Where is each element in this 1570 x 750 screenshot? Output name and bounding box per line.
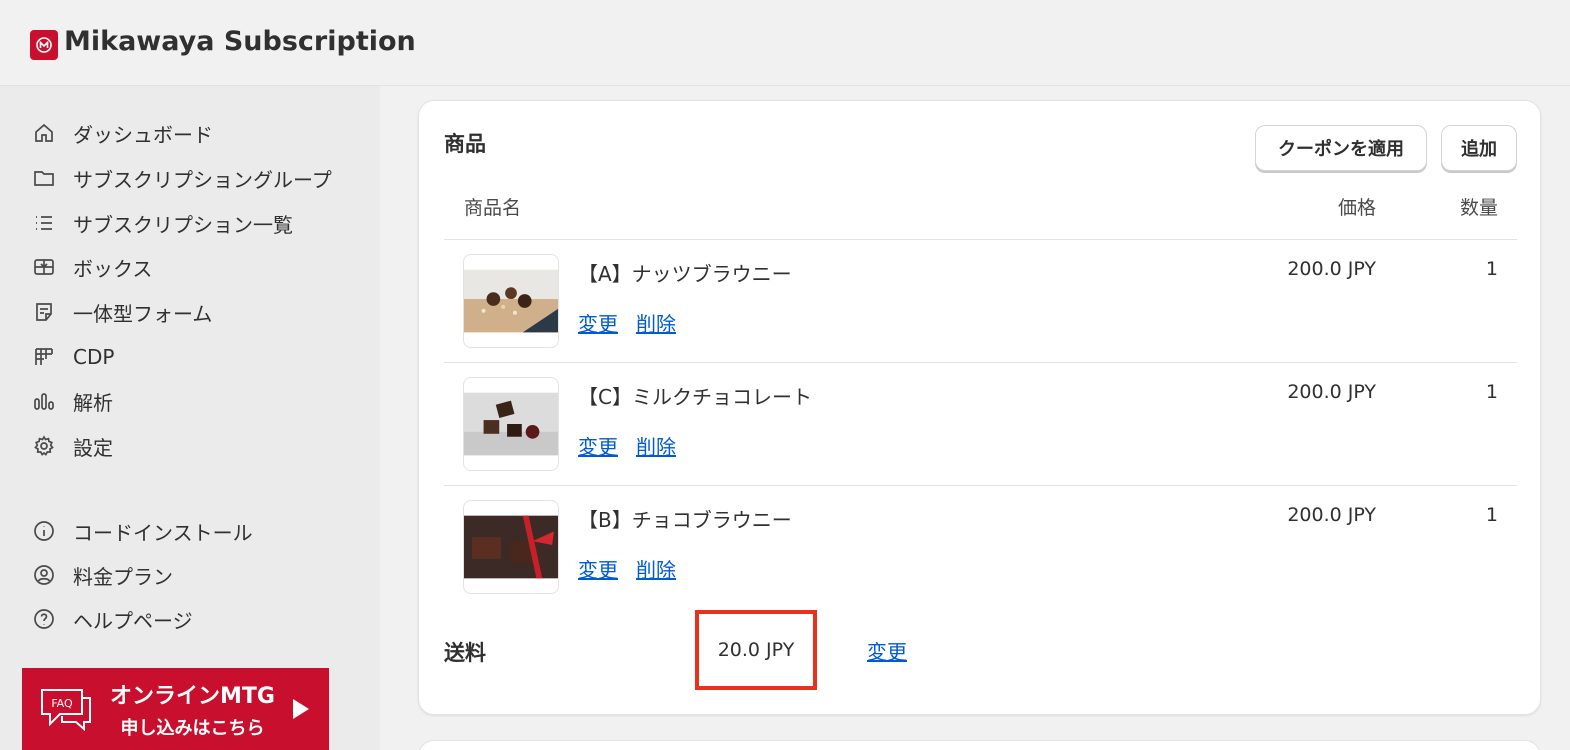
promo-text: オンラインMTG 申し込みはこちら — [110, 678, 275, 740]
choco-brownie-image — [463, 500, 559, 594]
grid-icon — [30, 343, 58, 371]
list-icon — [30, 209, 58, 237]
sidebar-item-label: ボックス — [73, 256, 153, 281]
products-card: 商品 クーポンを適用 追加 商品名 価格 数量 【A】ナッツブラウニー 変更 削… — [418, 100, 1541, 715]
sidebar-item-label: コードインストール — [73, 520, 253, 545]
sidebar-item-label: ダッシュボード — [73, 122, 213, 147]
help-icon — [30, 605, 58, 633]
products-title: 商品 — [444, 132, 486, 156]
product-name: 【B】チョコブラウニー — [578, 508, 792, 532]
top-bar: Mikawaya Subscription — [0, 0, 1570, 86]
promo-line-2: 申し込みはこちら — [120, 718, 265, 739]
change-product-link[interactable]: 変更 — [578, 308, 618, 337]
milk-chocolate-image — [463, 377, 559, 471]
product-price: 200.0 JPY — [1287, 504, 1376, 526]
sidebar-item-label: 料金プラン — [73, 564, 173, 589]
app-title: Mikawaya Subscription — [64, 26, 416, 57]
home-icon — [30, 119, 58, 147]
apply-coupon-button[interactable]: クーポンを適用 — [1255, 125, 1427, 171]
sidebar-item-label: 設定 — [73, 435, 113, 460]
sidebar-item-subscription-groups[interactable]: サブスクリプショングループ — [30, 161, 332, 195]
faq-chat-icon: FAQ — [41, 689, 91, 732]
next-card — [418, 740, 1541, 750]
play-icon — [292, 699, 309, 719]
promo-line-1: オンラインMTG — [110, 684, 275, 709]
shipping-highlight-box: 20.0 JPY — [695, 610, 817, 690]
app-logo-icon — [30, 30, 58, 60]
product-row: 【C】ミルクチョコレート 変更 削除 200.0 JPY 1 — [444, 362, 1517, 484]
sidebar-item-analytics[interactable]: 解析 — [30, 384, 113, 418]
sidebar-item-box[interactable]: ボックス — [30, 250, 152, 284]
shipping-label: 送料 — [444, 641, 486, 665]
sidebar-item-label: CDP — [73, 345, 115, 369]
delete-product-link[interactable]: 削除 — [636, 431, 676, 460]
sidebar-item-label: サブスクリプション一覧 — [73, 212, 293, 237]
change-product-link[interactable]: 変更 — [578, 431, 618, 460]
sidebar-item-subscription-list[interactable]: サブスクリプション一覧 — [30, 206, 293, 240]
sidebar-item-code-install[interactable]: コードインストール — [30, 514, 253, 548]
shipping-value: 20.0 JPY — [717, 639, 795, 661]
sidebar-item-settings[interactable]: 設定 — [30, 429, 113, 463]
nut-brownie-image — [463, 254, 559, 348]
sidebar-item-label: サブスクリプショングループ — [73, 167, 332, 192]
product-qty: 1 — [1485, 381, 1498, 403]
folder-icon — [30, 164, 58, 192]
product-row: 【B】チョコブラウニー 変更 削除 200.0 JPY 1 — [444, 485, 1517, 607]
product-actions: 変更 削除 — [578, 308, 676, 337]
sidebar-item-label: 解析 — [73, 390, 113, 415]
product-qty: 1 — [1485, 258, 1498, 280]
change-shipping-link[interactable]: 変更 — [867, 636, 907, 665]
sidebar-item-form[interactable]: 一体型フォーム — [30, 295, 212, 329]
product-qty: 1 — [1485, 504, 1498, 526]
info-icon — [30, 517, 58, 545]
sidebar-item-cdp[interactable]: CDP — [30, 340, 114, 374]
gear-icon — [30, 432, 58, 460]
product-name: 【C】ミルクチョコレート — [578, 385, 812, 409]
column-header-qty: 数量 — [1459, 197, 1498, 219]
faq-label: FAQ — [51, 697, 73, 710]
sidebar-item-dashboard[interactable]: ダッシュボード — [30, 116, 213, 150]
gift-box-icon — [30, 253, 58, 281]
product-name: 【A】ナッツブラウニー — [578, 262, 792, 286]
bar-chart-icon — [30, 387, 58, 415]
sidebar-item-help[interactable]: ヘルプページ — [30, 602, 193, 636]
change-product-link[interactable]: 変更 — [578, 554, 618, 583]
delete-product-link[interactable]: 削除 — [636, 308, 676, 337]
user-circle-icon — [30, 561, 58, 589]
online-mtg-banner[interactable]: FAQ オンラインMTG 申し込みはこちら — [22, 668, 329, 750]
sidebar: ダッシュボード サブスクリプショングループ サブスクリプション一覧 ボックス 一… — [0, 86, 380, 750]
column-header-name: 商品名 — [464, 197, 522, 219]
product-price: 200.0 JPY — [1287, 258, 1376, 280]
column-header-price: 価格 — [1337, 197, 1376, 219]
product-actions: 変更 削除 — [578, 554, 676, 583]
sidebar-item-pricing[interactable]: 料金プラン — [30, 558, 173, 592]
add-product-button[interactable]: 追加 — [1441, 125, 1517, 171]
product-row: 【A】ナッツブラウニー 変更 削除 200.0 JPY 1 — [444, 239, 1517, 361]
sidebar-item-label: ヘルプページ — [73, 608, 193, 633]
delete-product-link[interactable]: 削除 — [636, 554, 676, 583]
sidebar-item-label: 一体型フォーム — [73, 301, 213, 326]
form-icon — [30, 298, 58, 326]
product-price: 200.0 JPY — [1287, 381, 1376, 403]
product-actions: 変更 削除 — [578, 431, 676, 460]
